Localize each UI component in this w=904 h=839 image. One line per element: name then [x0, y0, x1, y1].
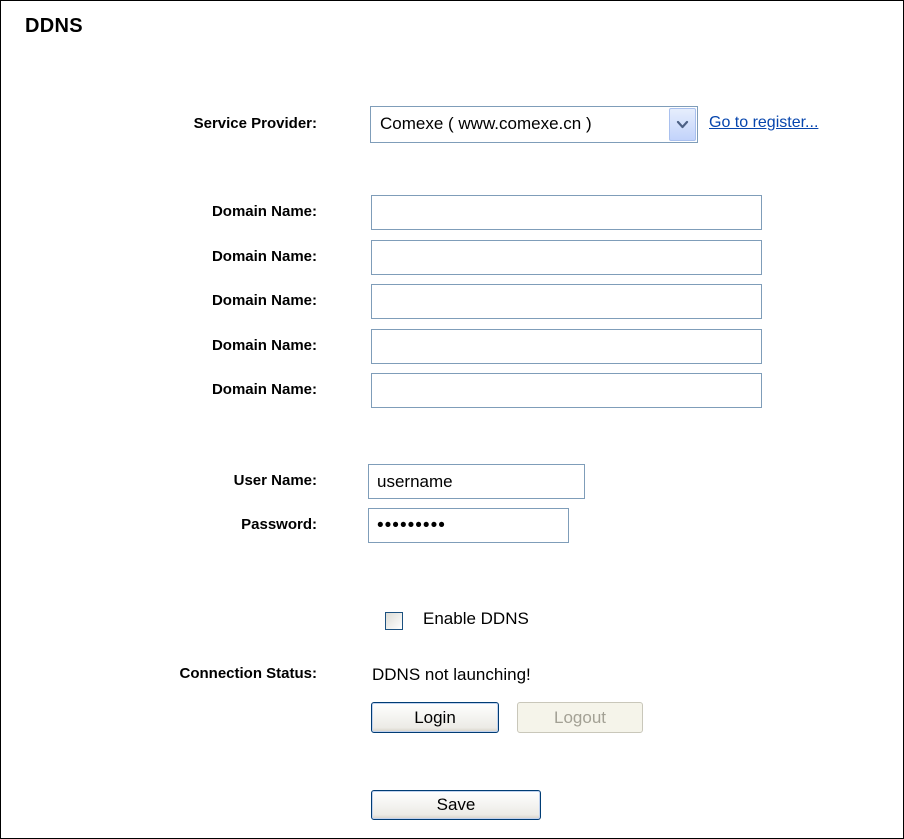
domain-name-input-1[interactable]	[371, 195, 762, 230]
domain-name-label-4: Domain Name:	[211, 337, 317, 354]
service-provider-select[interactable]: Comexe ( www.comexe.cn )	[370, 106, 698, 143]
chevron-down-icon[interactable]	[669, 108, 696, 141]
enable-ddns-label[interactable]: Enable DDNS	[423, 609, 529, 629]
service-provider-label: Service Provider:	[193, 115, 317, 132]
password-input[interactable]	[368, 508, 569, 543]
domain-name-label-5: Domain Name:	[211, 381, 317, 398]
user-name-label: User Name:	[233, 472, 317, 489]
ddns-panel: DDNS Service Provider: Comexe ( www.come…	[0, 0, 904, 839]
domain-name-input-3[interactable]	[371, 284, 762, 319]
domain-name-input-4[interactable]	[371, 329, 762, 364]
domain-name-input-5[interactable]	[371, 373, 762, 408]
password-label: Password:	[241, 516, 317, 533]
connection-status-label: Connection Status:	[179, 665, 318, 682]
connection-status-value: DDNS not launching!	[372, 665, 531, 684]
login-button[interactable]: Login	[371, 702, 499, 733]
domain-name-label-3: Domain Name:	[211, 292, 317, 309]
domain-name-input-2[interactable]	[371, 240, 762, 275]
save-button[interactable]: Save	[371, 790, 541, 820]
user-name-input[interactable]	[368, 464, 585, 499]
logout-button[interactable]: Logout	[517, 702, 643, 733]
service-provider-selected-value: Comexe ( www.comexe.cn )	[380, 114, 592, 133]
go-to-register-link[interactable]: Go to register...	[709, 114, 818, 132]
page-title: DDNS	[25, 15, 83, 37]
checkbox-unchecked-icon[interactable]	[385, 612, 403, 630]
domain-name-label-2: Domain Name:	[211, 248, 317, 265]
domain-name-label-1: Domain Name:	[211, 203, 317, 220]
